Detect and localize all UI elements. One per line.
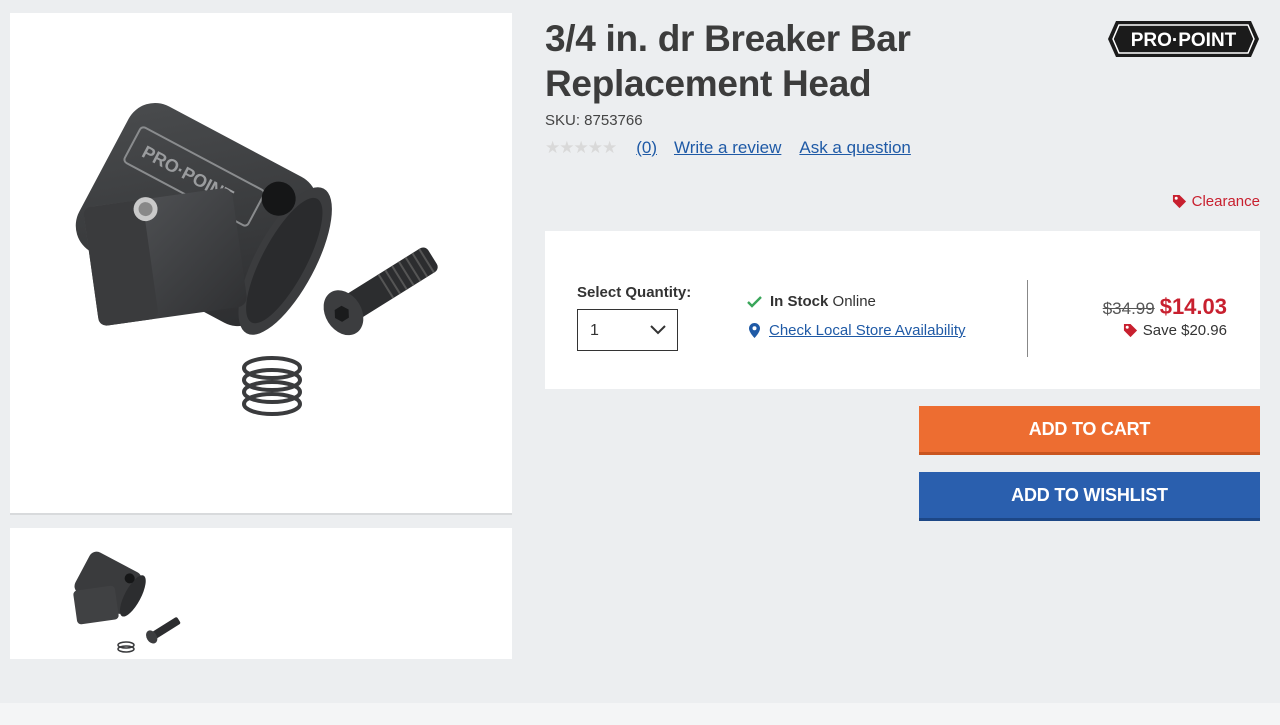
price-tag-icon <box>1123 323 1137 338</box>
write-review-link[interactable]: Write a review <box>674 138 781 158</box>
sku-label: SKU: 8753766 <box>545 112 643 129</box>
product-thumbnail[interactable] <box>60 538 200 653</box>
brand-logo[interactable]: PRO·POINT <box>1108 19 1259 59</box>
sale-price: $14.03 <box>1159 294 1227 319</box>
stock-status: In Stock Online <box>747 293 876 310</box>
clearance-badge: Clearance <box>1172 193 1260 210</box>
review-count-link[interactable]: (0) <box>636 138 657 158</box>
divider <box>1027 280 1028 357</box>
savings: Save $20.96 <box>1103 322 1227 339</box>
original-price: $34.99 <box>1102 299 1155 318</box>
add-to-cart-button[interactable]: ADD TO CART <box>919 406 1260 455</box>
product-thumbnail-photo <box>73 551 181 653</box>
stock-status-label: In Stock <box>770 293 829 310</box>
star-rating: ★★★★★ <box>545 138 617 157</box>
stock-channel-label: Online <box>832 293 876 310</box>
savings-label: Save $20.96 <box>1142 322 1227 339</box>
purchase-panel: Select Quantity: 1 In Stock Online Check… <box>545 231 1260 389</box>
footer-band <box>0 703 1280 725</box>
quantity-value: 1 <box>590 322 599 339</box>
check-store-link[interactable]: Check Local Store Availability <box>769 322 966 339</box>
chevron-down-icon <box>650 325 666 335</box>
product-title: 3/4 in. dr Breaker Bar Replacement Head <box>545 18 911 104</box>
ask-question-link[interactable]: Ask a question <box>799 138 911 158</box>
quantity-label: Select Quantity: <box>577 284 692 301</box>
add-to-wishlist-button[interactable]: ADD TO WISHLIST <box>919 472 1260 521</box>
price-block: $34.99 $14.03 Save $20.96 <box>1103 294 1227 339</box>
brand-logo-graphic: PRO·POINT <box>1108 21 1259 57</box>
check-icon <box>747 296 762 308</box>
price-tag-icon <box>1172 194 1186 209</box>
map-pin-icon <box>749 323 760 338</box>
store-availability: Check Local Store Availability <box>749 322 966 339</box>
clearance-label: Clearance <box>1191 193 1260 210</box>
thumbnail-strip <box>10 528 512 659</box>
rating-row: ★★★★★ (0) Write a review Ask a question <box>545 136 911 160</box>
brand-logo-text: PRO·POINT <box>1131 30 1237 51</box>
quantity-select[interactable]: 1 <box>577 309 678 351</box>
product-main-image[interactable]: PRO·POINT <box>10 13 512 515</box>
product-photo: PRO·POINT <box>75 102 438 416</box>
